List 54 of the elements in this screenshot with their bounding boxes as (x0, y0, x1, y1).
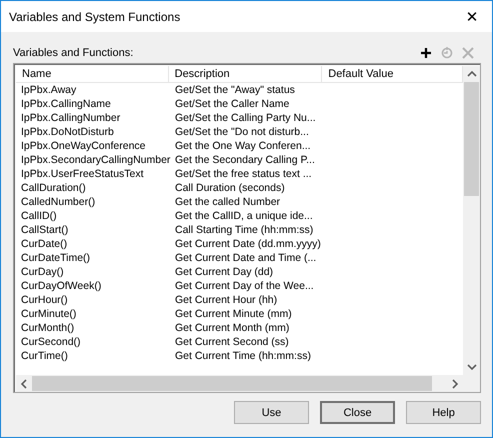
column-header[interactable]: Name (16, 66, 169, 83)
description-cell-text: Get/Set the Calling Party Nu... (174, 111, 317, 125)
name-cell-text: CurSecond() (20, 335, 82, 349)
dialog-button[interactable]: Use (234, 401, 309, 424)
name-cell-text: CurDay() (20, 265, 65, 279)
description-cell-text: Get Current Time (hh:mm:ss) (174, 349, 312, 363)
vertical-scrollbar[interactable] (463, 66, 480, 375)
description-cell-text: Get the Secondary Calling P... (174, 153, 316, 167)
name-cell-text: CurHour() (20, 293, 69, 307)
column-header[interactable]: Default Value (322, 66, 463, 83)
description-cell-text: Get Current Day (dd) (174, 265, 274, 279)
description-cell-text: Get/Set the "Away" status (174, 83, 296, 97)
scroll-thumb[interactable] (464, 82, 479, 196)
description-cell-text: Get the One Way Conferen... (174, 139, 312, 153)
description-cell-text: Get Current Month (mm) (174, 321, 290, 335)
name-cell-text: CalledNumber() (20, 195, 96, 209)
name-cell-text: IpPbx.Away (20, 83, 78, 97)
description-cell-text: Get the CallID, a unique ide... (174, 209, 314, 223)
description-cell-text: Get the called Number (174, 195, 282, 209)
name-cell-text: CurDayOfWeek() (20, 279, 102, 293)
close-button[interactable]: ✕ (452, 1, 492, 32)
name-cell-text: IpPbx.DoNotDisturb (20, 125, 115, 139)
name-cell-text: CurDate() (20, 237, 68, 251)
scroll-thumb[interactable] (32, 376, 432, 391)
name-cell-text: CurMonth() (20, 321, 76, 335)
window-title: Variables and System Functions (9, 10, 180, 24)
description-cell-text: Get Current Day of the Wee... (174, 279, 315, 293)
name-cell-text: IpPbx.OneWayConference (20, 139, 147, 153)
plus-icon[interactable] (419, 46, 433, 60)
description-cell-text: Get/Set the "Do not disturb... (174, 125, 310, 139)
name-cell-text: IpPbx.CallingName (20, 97, 112, 111)
description-cell-text: Get Current Hour (hh) (174, 293, 278, 307)
description-cell-text: Get Current Second (ss) (174, 335, 290, 349)
dialog-button[interactable]: Close (320, 401, 395, 424)
description-cell-text: Get Current Date (dd.mm.yyyy) (174, 237, 322, 251)
name-cell-text: CallID() (20, 209, 58, 223)
name-cell-text: CurDateTime() (20, 251, 92, 265)
dialog-button[interactable]: Help (406, 401, 481, 424)
description-cell-text: Get Current Minute (mm) (174, 307, 293, 321)
description-cell-text: Get Current Date and Time (... (174, 251, 318, 265)
name-cell-text: CallDuration() (20, 181, 87, 195)
description-cell-text: Call Duration (seconds) (174, 181, 286, 195)
name-cell-text: IpPbx.CallingNumber (20, 111, 122, 125)
name-cell-text: CallStart() (20, 223, 70, 237)
name-cell-text: CurMinute() (20, 307, 78, 321)
name-cell-text: IpPbx.UserFreeStatusText (20, 167, 145, 181)
description-cell-text: Call Starting Time (hh:mm:ss) (174, 223, 314, 237)
description-cell-text: Get/Set the free status text ... (174, 167, 313, 181)
horizontal-scrollbar[interactable] (16, 375, 480, 392)
description-cell-text: Get/Set the Caller Name (174, 97, 290, 111)
column-header[interactable]: Description (168, 66, 322, 83)
list-label: Variables and Functions: (13, 47, 134, 59)
name-cell-text: CurTime() (20, 349, 69, 363)
name-cell-text: IpPbx.SecondaryCallingNumber (20, 153, 170, 167)
